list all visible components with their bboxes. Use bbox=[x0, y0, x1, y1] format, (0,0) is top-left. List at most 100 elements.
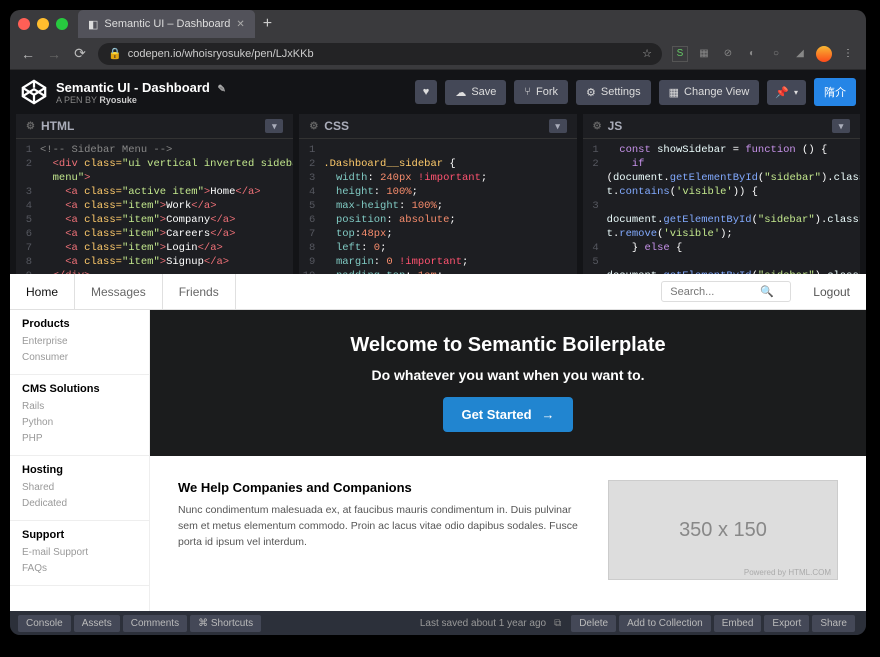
pen-title: Semantic UI - Dashboard bbox=[56, 80, 210, 95]
new-tab-button[interactable]: + bbox=[263, 15, 272, 33]
preview-tabs: HomeMessagesFriends bbox=[10, 274, 236, 309]
css-panel: ⚙CSS▾ 12.Dashboard__sidebar {3 width: 24… bbox=[299, 114, 576, 274]
hero-title: Welcome to Semantic Boilerplate bbox=[170, 334, 846, 357]
extension-icon[interactable]: ◢ bbox=[792, 46, 808, 62]
forward-button[interactable]: → bbox=[46, 46, 62, 62]
pin-icon: 📌 bbox=[775, 86, 789, 99]
reload-button[interactable]: ⟳ bbox=[72, 45, 88, 62]
browser-window: ◧ Semantic UI – Dashboard ✕ + ← → ⟳ 🔒 co… bbox=[10, 10, 866, 635]
panel-title: HTML bbox=[41, 119, 74, 133]
preview-tab[interactable]: Friends bbox=[163, 274, 236, 309]
footer-button[interactable]: Embed bbox=[714, 615, 762, 632]
hero-subtitle: Do whatever you want when you want to. bbox=[170, 367, 846, 383]
gear-icon[interactable]: ⚙ bbox=[593, 121, 602, 132]
footer-button[interactable]: Export bbox=[764, 615, 809, 632]
sidebar-item[interactable]: PHP bbox=[22, 431, 137, 447]
tab-title: Semantic UI – Dashboard bbox=[104, 18, 230, 30]
browser-tab[interactable]: ◧ Semantic UI – Dashboard ✕ bbox=[78, 10, 255, 38]
footer-button[interactable]: Comments bbox=[123, 615, 187, 632]
address-bar[interactable]: 🔒 codepen.io/whoisryosuke/pen/LJxKKb ☆ bbox=[98, 43, 662, 65]
html-panel: ⚙ HTML ▾ 1<!-- Sidebar Menu -->2 <div clas… bbox=[16, 114, 293, 274]
js-panel: ⚙ JS ▾ 1 const showSidebar = function () {… bbox=[583, 114, 860, 274]
sidebar-heading: Hosting bbox=[22, 464, 137, 476]
arrow-right-icon: → bbox=[542, 407, 555, 422]
gear-icon[interactable]: ⚙ bbox=[26, 121, 35, 132]
sidebar-item[interactable]: Consumer bbox=[22, 350, 137, 366]
hero: Welcome to Semantic Boilerplate Do whate… bbox=[150, 310, 866, 456]
search-input[interactable]: 🔍 bbox=[661, 281, 791, 302]
sidebar-heading: Support bbox=[22, 529, 137, 541]
sidebar-item[interactable]: Rails bbox=[22, 399, 137, 415]
fork-button[interactable]: ⑂Fork bbox=[514, 80, 568, 104]
url-text: codepen.io/whoisryosuke/pen/LJxKKb bbox=[128, 48, 314, 60]
browser-toolbar: ← → ⟳ 🔒 codepen.io/whoisryosuke/pen/LJxK… bbox=[10, 38, 866, 70]
extension-icon[interactable]: ▦ bbox=[696, 46, 712, 62]
heart-icon: ♥ bbox=[423, 86, 430, 98]
window-controls bbox=[18, 18, 68, 30]
preview-tab[interactable]: Messages bbox=[75, 274, 163, 309]
sidebar-item[interactable]: Dedicated bbox=[22, 496, 137, 512]
js-editor[interactable]: 1 const showSidebar = function () {2 if(… bbox=[583, 139, 860, 274]
edit-title-icon[interactable]: ✎ bbox=[218, 84, 226, 95]
footer-button[interactable]: Assets bbox=[74, 615, 120, 632]
search-icon: 🔍 bbox=[760, 285, 774, 298]
titlebar: ◧ Semantic UI – Dashboard ✕ + bbox=[10, 10, 866, 38]
chevron-down-icon[interactable]: ▾ bbox=[549, 119, 567, 133]
section-body: Nunc condimentum malesuada ex, at faucib… bbox=[178, 503, 578, 550]
maximize-window-icon[interactable] bbox=[56, 18, 68, 30]
extension-icon[interactable]: ◐ bbox=[744, 46, 760, 62]
extension-icon[interactable]: ○ bbox=[768, 46, 784, 62]
star-icon[interactable]: ☆ bbox=[642, 47, 652, 60]
footer-button[interactable]: ⌘ Shortcuts bbox=[190, 615, 261, 632]
image-placeholder: 350 x 150 Powered by HTML.COM bbox=[608, 480, 838, 580]
profile-button[interactable]: 隋介 bbox=[814, 78, 856, 106]
html-editor[interactable]: 1<!-- Sidebar Menu -->2 <div class="ui v… bbox=[16, 139, 293, 274]
like-button[interactable]: ♥ bbox=[415, 80, 438, 104]
minimize-window-icon[interactable] bbox=[37, 18, 49, 30]
save-button[interactable]: ☁Save bbox=[445, 80, 506, 105]
close-window-icon[interactable] bbox=[18, 18, 30, 30]
chevron-down-icon[interactable]: ▾ bbox=[832, 119, 850, 133]
pen-by-label: A PEN BY bbox=[56, 95, 97, 105]
footer-button[interactable]: Add to Collection bbox=[619, 615, 711, 632]
save-status: Last saved about 1 year ago bbox=[420, 618, 546, 629]
sidebar-item[interactable]: Python bbox=[22, 415, 137, 431]
pen-author[interactable]: Ryosuke bbox=[99, 95, 137, 105]
settings-button[interactable]: ⚙Settings bbox=[576, 80, 651, 105]
css-editor[interactable]: 12.Dashboard__sidebar {3 width: 240px !i… bbox=[299, 139, 576, 274]
preview-tab[interactable]: Home bbox=[10, 274, 75, 309]
panel-title: JS bbox=[608, 119, 623, 133]
extension-icon[interactable]: S bbox=[672, 46, 688, 62]
gear-icon[interactable]: ⚙ bbox=[309, 121, 318, 132]
sidebar-item[interactable]: FAQs bbox=[22, 561, 137, 577]
codepen-logo-icon[interactable] bbox=[20, 78, 48, 106]
sidebar-item[interactable]: E-mail Support bbox=[22, 545, 137, 561]
footer-button[interactable]: Share bbox=[812, 615, 855, 632]
chevron-down-icon[interactable]: ▾ bbox=[265, 119, 283, 133]
preview-sidebar: ProductsEnterpriseConsumerCMS SolutionsR… bbox=[10, 310, 150, 611]
get-started-button[interactable]: Get Started→ bbox=[443, 397, 572, 432]
gear-icon: ⚙ bbox=[586, 86, 596, 99]
profile-avatar[interactable] bbox=[816, 46, 832, 62]
back-button[interactable]: ← bbox=[20, 46, 36, 62]
extension-icon[interactable]: ⊘ bbox=[720, 46, 736, 62]
menu-icon[interactable]: ⋮ bbox=[840, 46, 856, 62]
footer-button[interactable]: Console bbox=[18, 615, 71, 632]
external-link-icon[interactable]: ⧉ bbox=[554, 618, 561, 629]
editor-panels: ⚙ HTML ▾ 1<!-- Sidebar Menu -->2 <div clas… bbox=[10, 114, 866, 274]
tab-close-icon[interactable]: ✕ bbox=[236, 19, 244, 30]
search-field[interactable] bbox=[670, 286, 760, 298]
change-view-button[interactable]: ▦Change View bbox=[659, 80, 760, 105]
browser-extensions: S ▦ ⊘ ◐ ○ ◢ ⋮ bbox=[672, 46, 856, 62]
sidebar-heading: Products bbox=[22, 318, 137, 330]
sidebar-item[interactable]: Enterprise bbox=[22, 334, 137, 350]
footer-button[interactable]: Delete bbox=[571, 615, 616, 632]
preview-pane: HomeMessagesFriends 🔍 Logout Products Ent… bbox=[10, 274, 866, 611]
layout-icon: ▦ bbox=[669, 86, 679, 99]
sidebar-item[interactable]: Shared bbox=[22, 480, 137, 496]
pin-button[interactable]: 📌▾ bbox=[767, 80, 806, 105]
cloud-icon: ☁ bbox=[455, 86, 466, 99]
tab-favicon-icon: ◧ bbox=[88, 18, 98, 31]
logout-link[interactable]: Logout bbox=[797, 285, 866, 299]
preview-topbar: HomeMessagesFriends 🔍 Logout bbox=[10, 274, 866, 310]
